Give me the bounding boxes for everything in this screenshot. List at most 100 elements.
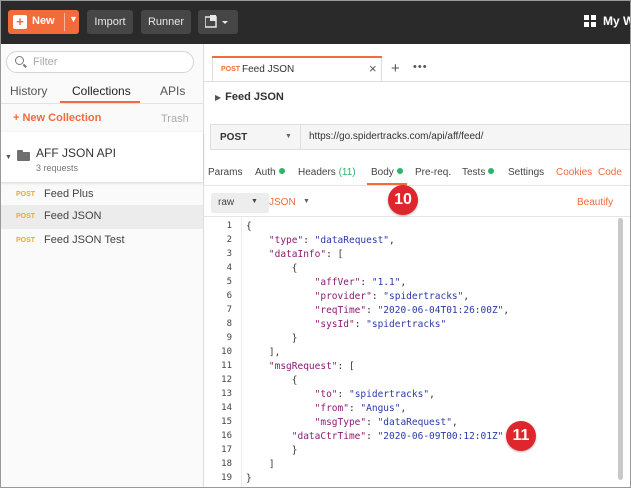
plus-icon: + [13,15,27,29]
request-item-feed-json[interactable]: POST Feed JSON [0,205,203,229]
method-badge: POST [16,237,36,244]
filter-placeholder: Filter [33,56,58,68]
chevron-down-icon[interactable]: ▼ [69,14,78,24]
tab-settings[interactable]: Settings [508,167,544,178]
code-line: "dataCtrTime": "2020-06-09T00:12:01Z" [246,431,504,442]
code-token: "provider" [314,291,372,302]
caret-down-icon[interactable]: ▼ [5,154,12,161]
tab-headers[interactable]: Headers (11) [298,167,356,178]
workspace-grid-icon[interactable] [584,15,596,27]
line-number: 2 [226,235,232,245]
code-token: { [246,221,252,232]
code-line: } [246,333,298,344]
tab-body[interactable]: Body [371,167,403,178]
tab-history[interactable]: History [10,84,47,98]
tab-headers-label: Headers [298,167,336,178]
line-number: 15 [221,417,232,427]
line-number: 12 [221,375,232,385]
top-toolbar: + New ▼ Import Runner My W [0,0,631,44]
collection-request-count: 3 requests [36,163,79,173]
filter-input[interactable]: Filter [6,51,194,73]
headers-count: (11) [338,167,356,178]
code-line: "type": "dataRequest", [246,235,395,246]
line-number: 14 [221,403,232,413]
import-button[interactable]: Import [87,10,133,34]
code-line: "msgType": "dataRequest", [246,417,458,428]
code-token: { [246,375,298,386]
new-button-label: New [32,15,55,27]
editor-scrollbar[interactable] [618,218,623,480]
close-icon[interactable]: × [369,61,377,76]
code-token: "dataCtrTime" [291,431,367,442]
collection-item[interactable]: ▼ AFF JSON API 3 requests [0,132,203,182]
code-token: , [503,305,510,316]
new-button[interactable]: + New ▼ [8,10,79,34]
annotation-badge: 10 [388,185,418,215]
url-input[interactable] [309,131,619,142]
code-token: : [366,417,378,428]
code-token: : [366,305,378,316]
caret-right-icon: ▶ [215,93,222,102]
new-window-button[interactable] [198,10,238,34]
new-collection-button[interactable]: + New Collection [13,112,101,124]
request-name: Feed Plus [44,188,94,200]
line-number: 5 [226,277,232,287]
code-token: , [400,403,407,414]
code-token: "1.1" [371,277,401,288]
code-token: "2020-06-09T00:12:01Z" [377,431,504,442]
tab-auth[interactable]: Auth [255,167,285,178]
code-line: { [246,221,252,232]
request-item-feed-json-test[interactable]: POST Feed JSON Test [0,229,203,253]
code-token: : [354,319,367,330]
request-tab[interactable]: POST Feed JSON × [212,56,382,82]
beautify-link[interactable]: Beautify [577,197,613,208]
code-token: } [246,445,298,456]
status-dot [278,168,285,174]
body-format-select[interactable]: JSON ▼ [269,197,310,208]
code-token: "affVer" [314,277,361,288]
chevron-down-icon: ▼ [303,198,310,205]
code-token: : [303,235,315,246]
code-token: : [ [337,361,355,372]
chevron-down-icon: ▼ [285,133,292,140]
url-field[interactable] [300,124,631,150]
more-tabs-button[interactable]: ••• [413,61,428,73]
line-number: 4 [226,263,232,273]
line-number: 7 [226,305,232,315]
code-line: "provider": "spidertracks", [246,291,469,302]
code-token: "to" [314,389,338,400]
tab-params[interactable]: Params [208,167,242,178]
new-tab-button[interactable]: + [391,60,400,77]
method-select[interactable]: POST ▼ [210,124,300,150]
folder-icon [17,150,30,161]
body-mode-value: raw [218,197,235,208]
tab-collections[interactable]: Collections [72,84,131,98]
code-editor[interactable]: 1 2 3 4 5 6 7 8 9 10 11 12 13 14 15 16 17 18 19 { "type": … [204,216,631,488]
request-item-feed-plus[interactable]: POST Feed Plus [0,183,203,207]
line-number: 6 [226,291,232,301]
search-icon [15,56,24,65]
code-token: "sysId" [314,319,355,330]
workspace-label[interactable]: My W [603,14,631,28]
tab-apis[interactable]: APIs [160,84,185,98]
code-link[interactable]: Code [598,167,622,178]
code-token: "dataInfo" [268,249,327,260]
runner-button[interactable]: Runner [141,10,191,34]
body-mode-select[interactable]: raw ▼ [211,193,269,213]
request-name: Feed JSON Test [44,234,125,246]
code-token: : [360,277,372,288]
tab-prereq[interactable]: Pre-req. [415,167,451,178]
cookies-link[interactable]: Cookies [556,167,592,178]
tab-tests[interactable]: Tests [462,167,495,178]
breadcrumb-title: Feed JSON [225,91,284,103]
trash-link[interactable]: Trash [161,113,189,125]
code-token: "2020-06-04T01:26:00Z" [377,305,504,316]
tab-body-label: Body [371,167,394,178]
tab-tests-label: Tests [462,167,486,178]
breadcrumb[interactable]: ▶ Feed JSON [215,91,284,103]
